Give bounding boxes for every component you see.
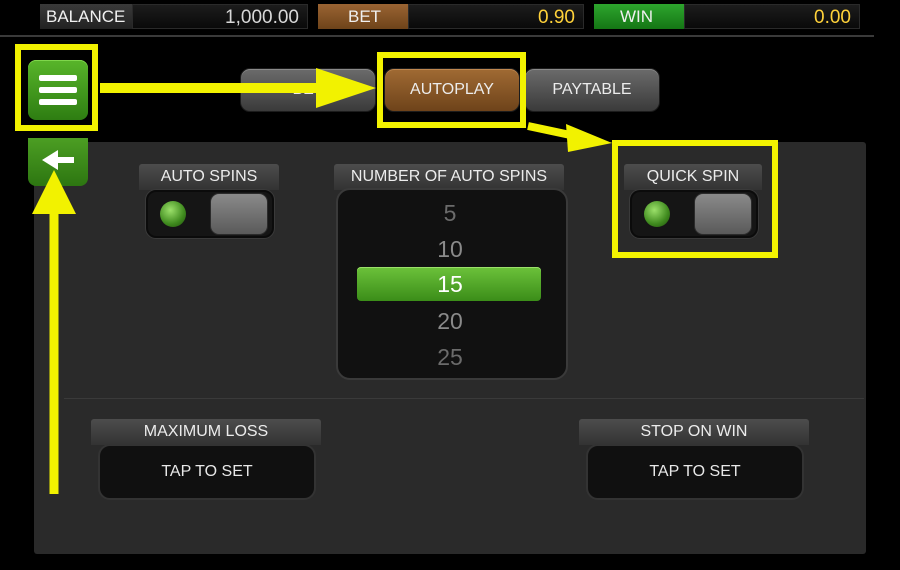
spin-option[interactable]: 25 — [336, 344, 564, 371]
spin-option[interactable]: 10 — [336, 236, 564, 263]
bet-label: BET — [318, 4, 408, 29]
arrow-diagonal-icon — [527, 122, 576, 140]
win-value: 0.00 — [684, 4, 860, 29]
autoplay-highlight-box — [377, 52, 526, 128]
win-label: WIN — [594, 4, 684, 29]
maximum-loss-label: MAXIMUM LOSS — [91, 419, 321, 445]
tab-bet[interactable]: BET — [240, 68, 376, 112]
toggle-knob — [210, 193, 268, 235]
bet-value: 0.90 — [408, 4, 584, 29]
tab-paytable[interactable]: PAYTABLE — [524, 68, 660, 112]
balance-label: BALANCE — [40, 4, 132, 29]
auto-spins-label: AUTO SPINS — [139, 164, 279, 190]
stop-on-win-label: STOP ON WIN — [579, 419, 809, 445]
stop-on-win-button[interactable]: TAP TO SET — [586, 444, 804, 500]
top-divider — [0, 35, 874, 37]
back-arrow-icon — [42, 150, 74, 170]
spin-option[interactable]: 5 — [336, 200, 564, 227]
menu-highlight-box — [15, 44, 98, 131]
back-button[interactable] — [28, 138, 88, 186]
maximum-loss-button[interactable]: TAP TO SET — [98, 444, 316, 500]
auto-spins-toggle[interactable] — [146, 190, 274, 238]
spin-option[interactable]: 20 — [336, 308, 564, 335]
number-of-auto-spins-label: NUMBER OF AUTO SPINS — [334, 164, 564, 190]
section-divider — [64, 398, 864, 399]
toggle-indicator-icon — [160, 201, 186, 227]
balance-value: 1,000.00 — [132, 4, 308, 29]
spin-option-selected[interactable]: 15 — [336, 271, 564, 298]
quick-spin-highlight-box — [612, 140, 778, 258]
